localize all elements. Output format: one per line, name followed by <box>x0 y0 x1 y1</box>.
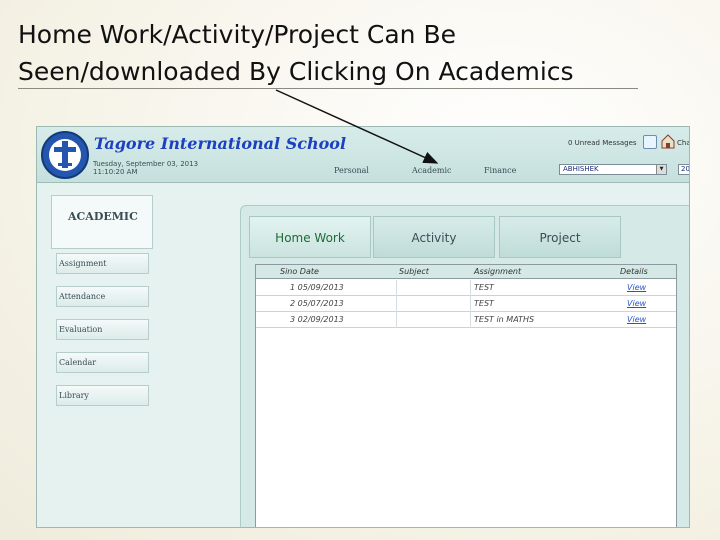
table-row: 2 05/07/2013 TEST View <box>256 296 676 312</box>
school-portal-screenshot: Tagore International School Tuesday, Sep… <box>36 126 690 528</box>
academic-panel-title: ACADEMIC <box>68 210 138 223</box>
column-divider <box>470 280 471 328</box>
header-details: Details <box>620 267 648 276</box>
portal-header: Tagore International School Tuesday, Sep… <box>37 127 689 183</box>
academic-panel: ACADEMIC <box>51 195 153 249</box>
view-link[interactable]: View <box>627 315 646 324</box>
current-time: 11:10:20 AM <box>93 168 138 176</box>
tab-project[interactable]: Project <box>499 216 621 258</box>
cell-sino-date: 3 02/09/2013 <box>290 315 344 324</box>
message-icon[interactable] <box>643 135 657 149</box>
view-link[interactable]: View <box>627 283 646 292</box>
table-row: 1 05/09/2013 TEST View <box>256 280 676 296</box>
nav-finance[interactable]: Finance <box>484 166 516 175</box>
sidebar-item-library[interactable]: Library <box>56 385 149 406</box>
current-datetime: Tuesday, September 03, 2013 11:10:20 AM <box>93 160 198 176</box>
view-link[interactable]: View <box>627 299 646 308</box>
cell-sino-date: 1 05/09/2013 <box>290 283 344 292</box>
nav-personal[interactable]: Personal <box>334 166 369 175</box>
sidebar-item-attendance[interactable]: Attendance <box>56 286 149 307</box>
nav-academic[interactable]: Academic <box>412 166 452 175</box>
cell-sino-date: 2 05/07/2013 <box>290 299 344 308</box>
home-icon[interactable] <box>661 134 675 149</box>
user-select-value: ABHISHEK <box>563 165 599 173</box>
table-header: Sino Date Subject Assignment Details <box>256 265 676 279</box>
caption-line-1: Home Work/Activity/Project Can Be <box>18 20 457 49</box>
cell-assignment: TEST <box>474 299 494 308</box>
chat-link[interactable]: Cha <box>677 139 689 147</box>
unread-messages-link[interactable]: 0 Unread Messages <box>568 139 637 147</box>
header-assignment: Assignment <box>474 267 522 276</box>
session-select[interactable]: 20 <box>678 164 689 175</box>
school-name: Tagore International School <box>94 134 347 153</box>
homework-table: Sino Date Subject Assignment Details 1 0… <box>255 264 677 527</box>
column-divider <box>396 280 397 328</box>
sidebar-item-calendar[interactable]: Calendar <box>56 352 149 373</box>
dropdown-arrow-icon[interactable]: ▼ <box>656 165 666 174</box>
current-date: Tuesday, September 03, 2013 <box>93 160 199 168</box>
header-sino-date: Sino Date <box>280 267 319 276</box>
cell-assignment: TEST <box>474 283 494 292</box>
caption-line-2: Seen/downloaded By Clicking On Academics <box>18 57 574 86</box>
sidebar-item-evaluation[interactable]: Evaluation <box>56 319 149 340</box>
school-logo <box>41 131 89 179</box>
slide-caption: Home Work/Activity/Project Can Be Seen/d… <box>18 16 658 90</box>
sidebar-item-assignment[interactable]: Assignment <box>56 253 149 274</box>
tab-activity[interactable]: Activity <box>373 216 495 258</box>
cell-assignment: TEST in MATHS <box>474 315 535 324</box>
table-row: 3 02/09/2013 TEST in MATHS View <box>256 312 676 328</box>
header-subject: Subject <box>399 267 429 276</box>
user-select[interactable]: ABHISHEK ▼ <box>559 164 667 175</box>
caption-underline <box>18 88 638 89</box>
tab-home-work[interactable]: Home Work <box>249 216 371 258</box>
